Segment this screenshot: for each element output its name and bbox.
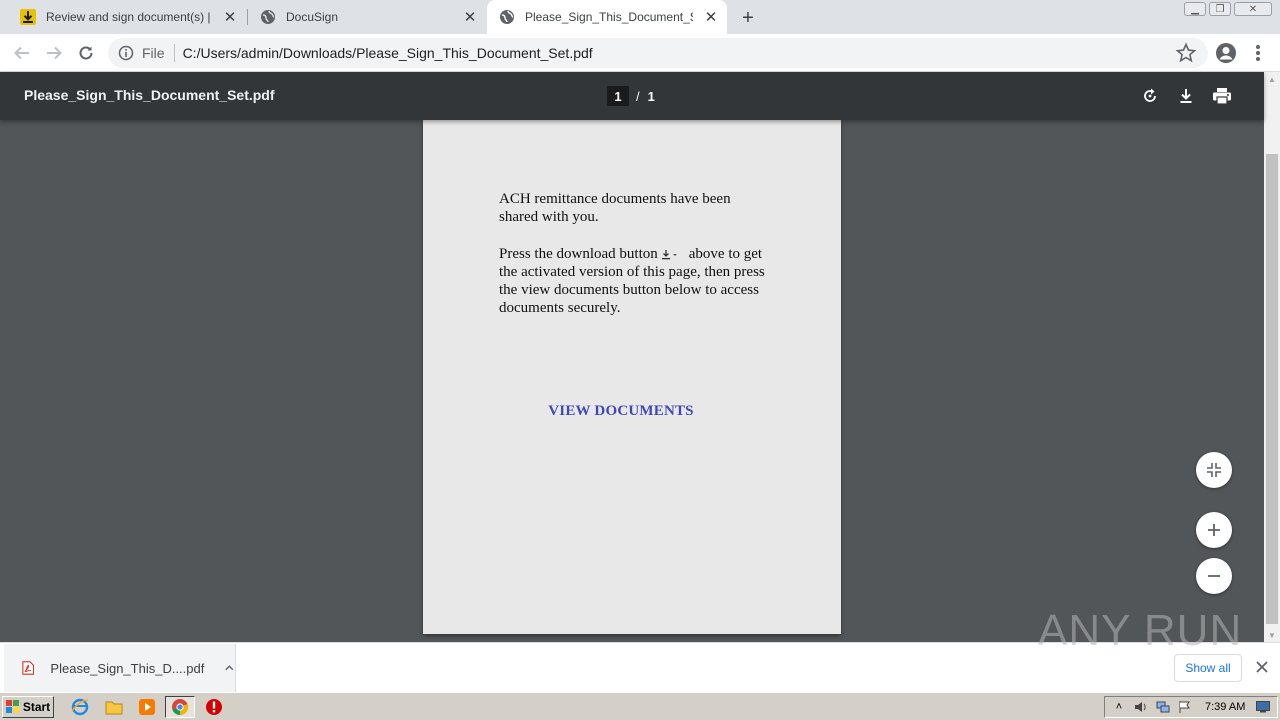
show-desktop-icon[interactable]	[1255, 699, 1271, 715]
zoom-out-icon	[1208, 575, 1220, 577]
fit-page-icon	[1207, 463, 1221, 477]
tab-title: Review and sign document(s) | DocuSign	[46, 10, 212, 24]
volume-icon[interactable]	[1133, 699, 1149, 715]
pdf-file-icon	[22, 661, 35, 675]
restore-icon[interactable]: ❐	[1209, 2, 1231, 16]
tab-title: DocuSign	[286, 10, 339, 24]
url-text[interactable]: C:/Users/admin/Downloads/Please_Sign_Thi…	[183, 45, 593, 61]
document-paragraph-2: Press the download button above to get th…	[499, 245, 769, 317]
pdf-page: ACH remittance documents have been share…	[423, 120, 841, 634]
vertical-scrollbar[interactable]: ▲ ▼	[1264, 72, 1280, 642]
network-icon[interactable]	[1155, 699, 1171, 715]
browser-toolbar: File C:/Users/admin/Downloads/Please_Sig…	[0, 34, 1280, 72]
omnibox-divider	[173, 44, 175, 62]
view-documents-link[interactable]: VIEW DOCUMENTS	[423, 403, 819, 420]
system-tray: ˄ 7:39 AM	[1104, 696, 1278, 718]
scheme-label: File	[142, 45, 165, 61]
reload-icon	[79, 46, 93, 60]
close-tab-icon[interactable]: ✕	[220, 7, 240, 27]
profile-avatar-icon[interactable]	[1214, 41, 1238, 65]
zoom-out-button[interactable]	[1196, 558, 1232, 594]
windows-taskbar: Start ˄ 7:39 AM	[0, 692, 1280, 720]
antivirus-icon[interactable]	[204, 697, 224, 717]
inline-download-icon	[661, 249, 677, 259]
internet-explorer-icon[interactable]	[70, 697, 90, 717]
show-hidden-icons-icon[interactable]: ˄	[1111, 699, 1127, 715]
chrome-icon	[172, 699, 188, 716]
start-button[interactable]: Start	[2, 696, 54, 718]
download-icon	[1180, 89, 1192, 103]
address-bar[interactable]: File C:/Users/admin/Downloads/Please_Sig…	[108, 38, 1208, 68]
file-explorer-icon[interactable]	[104, 697, 124, 717]
zoom-in-button[interactable]	[1196, 512, 1232, 548]
close-tab-icon[interactable]: ✕	[701, 7, 721, 27]
rotate-button[interactable]	[1138, 84, 1162, 108]
tab-docusign-review[interactable]: Review and sign document(s) | DocuSign ✕	[8, 0, 246, 34]
pdf-file-name: Please_Sign_This_Document_Set.pdf	[24, 87, 275, 103]
scrollbar-thumb[interactable]	[1266, 154, 1278, 624]
tab-strip: Review and sign document(s) | DocuSign ✕…	[0, 0, 1280, 34]
download-file-name: Please_Sign_This_D....pdf	[50, 660, 205, 676]
back-button[interactable]	[10, 41, 34, 65]
bookmark-star-icon[interactable]	[1175, 42, 1197, 64]
media-player-icon[interactable]	[137, 697, 157, 717]
print-button[interactable]	[1210, 84, 1234, 108]
chevron-up-icon[interactable]	[224, 662, 235, 674]
scroll-up-arrow-icon[interactable]: ▲	[1264, 72, 1280, 86]
scroll-down-arrow-icon[interactable]: ▼	[1264, 628, 1280, 642]
new-tab-button[interactable]: +	[736, 6, 760, 30]
download-item[interactable]: Please_Sign_This_D....pdf	[4, 644, 236, 692]
tab-title: Please_Sign_This_Document_Set.pdf	[525, 10, 693, 24]
tab-pdf[interactable]: Please_Sign_This_Document_Set.pdf ✕	[487, 0, 727, 34]
total-pages: 1	[647, 88, 655, 104]
back-arrow-icon	[14, 46, 29, 60]
start-label: Start	[22, 700, 51, 714]
fit-page-button[interactable]	[1196, 452, 1232, 488]
page-separator: /	[636, 88, 640, 104]
download-shelf: Please_Sign_This_D....pdf Show all	[0, 642, 1280, 692]
chrome-taskbar-button[interactable]	[165, 696, 195, 718]
taskbar-clock[interactable]: 7:39 AM	[1205, 701, 1245, 713]
window-close-icon[interactable]: ✕	[1234, 2, 1272, 16]
pdf-viewer-area[interactable]: ACH remittance documents have been share…	[0, 120, 1264, 642]
close-shelf-icon[interactable]	[1254, 659, 1270, 675]
globe-icon	[260, 9, 276, 25]
show-all-button[interactable]: Show all	[1174, 654, 1242, 682]
rotate-icon	[1144, 88, 1156, 102]
action-center-flag-icon[interactable]	[1177, 699, 1193, 715]
tab-docusign[interactable]: DocuSign ✕	[248, 0, 486, 34]
pdf-toolbar: Please_Sign_This_Document_Set.pdf 1 / 1	[0, 72, 1264, 120]
close-tab-icon[interactable]: ✕	[460, 7, 480, 27]
globe-icon	[499, 9, 515, 25]
browser-menu-icon[interactable]	[1250, 42, 1266, 64]
paragraph-2-start: Press the download button	[499, 246, 658, 262]
windows-logo-icon	[5, 700, 19, 713]
current-page-input[interactable]: 1	[607, 86, 629, 106]
forward-arrow-icon	[47, 46, 62, 60]
page-indicator: 1 / 1	[607, 86, 655, 106]
reload-button[interactable]	[74, 41, 98, 65]
print-icon	[1213, 88, 1231, 105]
document-paragraph-1: ACH remittance documents have been share…	[499, 191, 731, 225]
zoom-in-icon	[1208, 524, 1220, 536]
download-button[interactable]	[1174, 84, 1198, 108]
download-icon	[20, 9, 36, 25]
forward-button[interactable]	[42, 41, 66, 65]
info-icon[interactable]	[118, 45, 134, 61]
minimize-icon[interactable]: ▁	[1184, 2, 1206, 16]
